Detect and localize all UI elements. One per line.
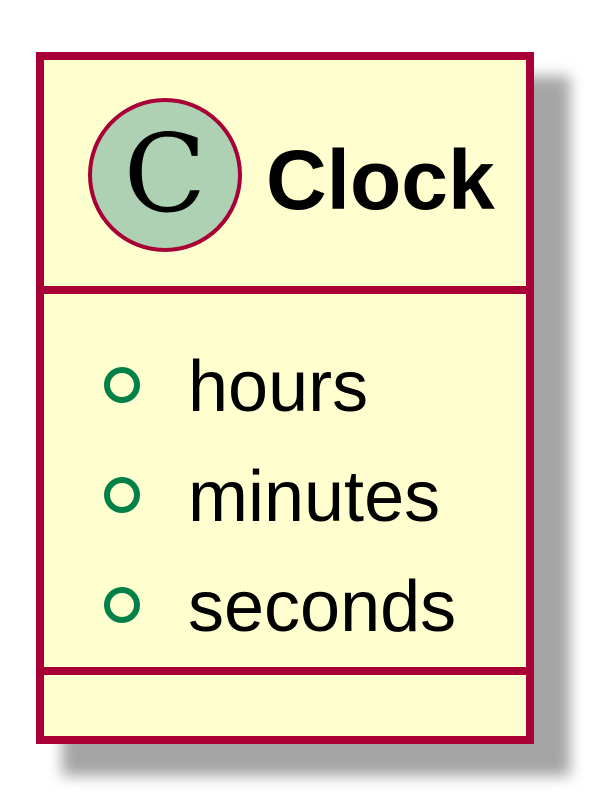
public-visibility-circle-icon <box>104 587 140 623</box>
attribute-row: minutes <box>44 447 526 547</box>
attribute-row: seconds <box>44 557 526 657</box>
attribute-row: hours <box>44 337 526 437</box>
methods-compartment <box>44 675 526 736</box>
attribute-name: hours <box>188 347 369 427</box>
class-stereotype-letter: C <box>123 112 207 237</box>
class-clock[interactable]: C Clock hours minutes seconds <box>36 52 534 744</box>
public-visibility-circle-icon <box>104 477 140 513</box>
attribute-name: minutes <box>188 457 441 537</box>
class-name: Clock <box>266 133 495 227</box>
attribute-name: seconds <box>188 567 457 647</box>
attributes-divider <box>44 667 526 675</box>
header-divider <box>44 286 526 294</box>
public-visibility-circle-icon <box>104 367 140 403</box>
diagram-canvas: C Clock hours minutes seconds <box>0 0 594 800</box>
class-header: C Clock <box>44 60 526 286</box>
attributes-compartment: hours minutes seconds <box>44 294 526 667</box>
class-stereotype-circle-icon: C <box>88 98 242 252</box>
